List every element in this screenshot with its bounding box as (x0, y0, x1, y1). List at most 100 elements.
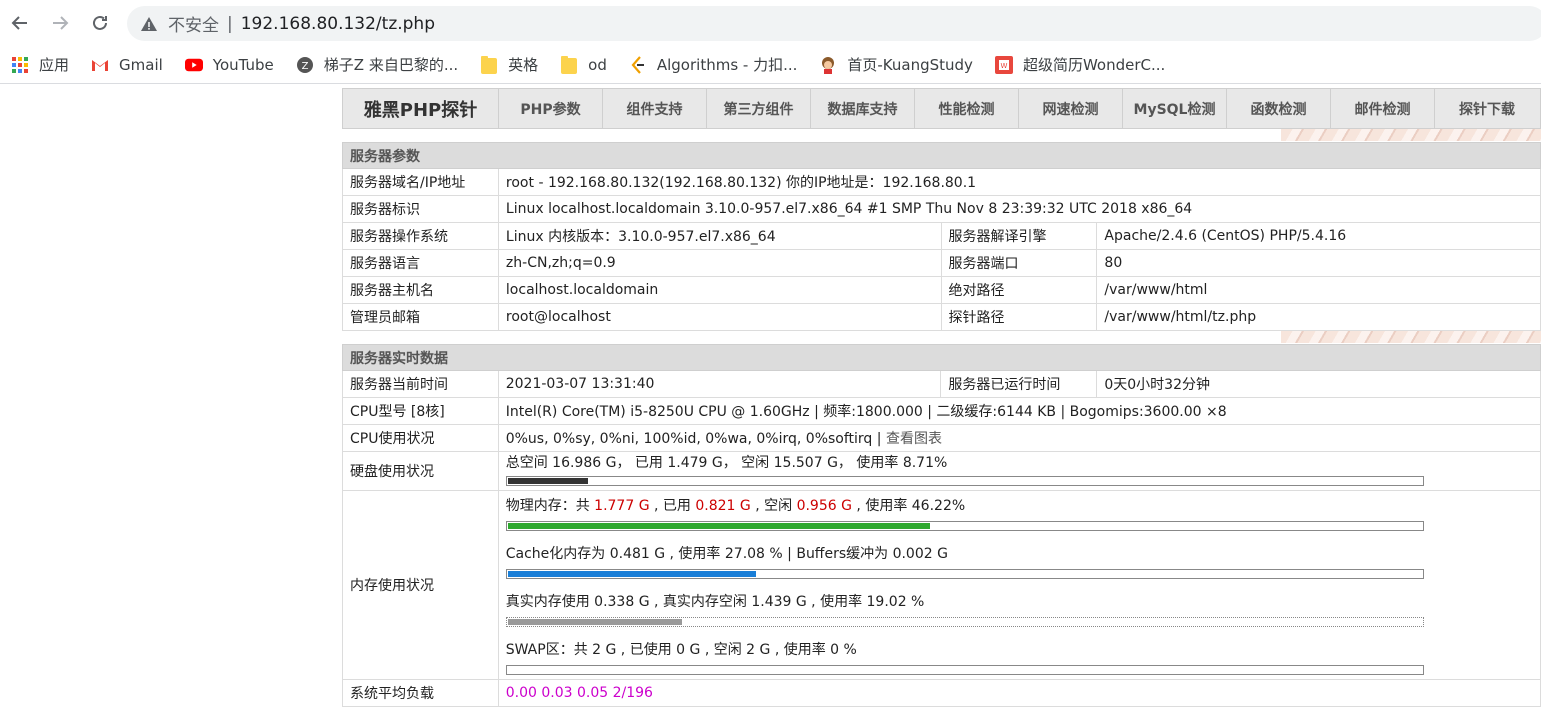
url-text[interactable]: 192.168.80.132/tz.php (241, 14, 435, 34)
menu-functions[interactable]: 函数检测 (1227, 89, 1331, 128)
bookmark-leetcode[interactable]: Algorithms - 力扣... (621, 51, 806, 79)
menu-database[interactable]: 数据库支持 (811, 89, 915, 128)
folder-icon (480, 55, 498, 74)
phys-mem-free-prefix: , 空闲 (750, 498, 797, 514)
back-button[interactable] (6, 9, 34, 37)
menu-mail[interactable]: 邮件检测 (1331, 89, 1435, 128)
phys-mem-used: 0.821 G (695, 498, 751, 514)
bookmark-wondercv[interactable]: W 超级简历WonderC... (987, 51, 1173, 79)
youtube-icon (184, 56, 203, 74)
cache-memory-bar (505, 569, 1424, 579)
row-label: 服务器域名/IP地址 (342, 168, 499, 196)
cpu-model-value: Intel(R) Core(TM) i5-8250U CPU @ 1.60GHz… (497, 397, 1541, 425)
cpu-usage-separator: | (872, 431, 886, 447)
table-row: 硬盘使用状况 总空间 16.986 G， 已用 1.479 G， 空闲 15.5… (342, 451, 1541, 491)
row-value: Linux localhost.localdomain 3.10.0-957.e… (497, 195, 1541, 223)
phys-mem-free: 0.956 G (796, 498, 852, 514)
menu-performance[interactable]: 性能检测 (915, 89, 1019, 128)
disk-usage-fill (507, 478, 588, 484)
forward-button[interactable] (46, 9, 74, 37)
bookmark-yingge[interactable]: 英格 (472, 51, 546, 79)
row-label: CPU型号 [8核] (342, 397, 499, 425)
menu-components[interactable]: 组件支持 (603, 89, 707, 128)
cache-memory-fill (507, 571, 756, 577)
real-memory-bar (505, 617, 1424, 627)
bookmark-label: Gmail (119, 55, 163, 74)
phys-mem-rate: , 使用率 46.22% (851, 498, 966, 514)
bookmark-label: 梯子Z 来自巴黎的... (323, 56, 459, 74)
section-header: 服务器实时数据 (342, 344, 1541, 371)
brand-title[interactable]: 雅黑PHP探针 (343, 89, 499, 128)
row-label: 管理员邮箱 (342, 303, 499, 331)
leetcode-icon (629, 55, 647, 74)
row-label: 服务器标识 (342, 195, 499, 223)
disk-usage-cell: 总空间 16.986 G， 已用 1.479 G， 空闲 15.507 G， 使… (497, 451, 1541, 491)
row-label: 系统平均负载 (342, 679, 499, 707)
bookmark-kuangstudy[interactable]: 首页-KuangStudy (811, 51, 981, 79)
background-decoration (1281, 129, 1541, 141)
bookmark-label: YouTube (212, 55, 274, 74)
realtime-table: 服务器实时数据 服务器当前时间 2021-03-07 13:31:40 服务器已… (342, 344, 1541, 707)
gmail-icon (91, 56, 109, 74)
disk-usage-bar (505, 476, 1424, 486)
row-value: zh-CN,zh;q=0.9 (497, 249, 942, 277)
bookmarks-bar: 应用 Gmail YouTube Z 梯子Z 来自巴黎的... 英格 od Al… (0, 46, 1541, 84)
apps-grid-icon (11, 56, 29, 74)
row-label: 服务器操作系统 (342, 222, 499, 250)
bookmark-label: 超级简历WonderC... (1022, 56, 1166, 74)
table-row: 管理员邮箱 root@localhost 探针路径 /var/www/html/… (342, 303, 1541, 331)
row-value: root - 192.168.80.132(192.168.80.132) 你的… (497, 168, 1541, 196)
menu-network-speed[interactable]: 网速检测 (1019, 89, 1123, 128)
menu-download[interactable]: 探针下载 (1435, 89, 1539, 128)
physical-memory-bar (505, 521, 1424, 531)
row-label: 内存使用状况 (342, 490, 499, 680)
phys-mem-total: 1.777 G (594, 498, 650, 514)
folder-icon (560, 55, 578, 74)
row-label: 探针路径 (940, 303, 1098, 331)
bookmark-label: 首页-KuangStudy (847, 56, 973, 74)
bookmark-youtube[interactable]: YouTube (177, 51, 282, 79)
row-value: Linux 内核版本：3.10.0-957.el7.x86_64 (497, 222, 942, 250)
cpu-usage-cell: 0%us, 0%sy, 0%ni, 100%id, 0%wa, 0%irq, 0… (497, 424, 1541, 452)
table-row: 服务器当前时间 2021-03-07 13:31:40 服务器已运行时间 0天0… (342, 370, 1541, 398)
phys-mem-prefix: 物理内存：共 (505, 498, 595, 514)
address-bar[interactable]: 不安全 | 192.168.80.132/tz.php (127, 6, 1541, 41)
reload-icon (93, 15, 107, 30)
view-chart-link[interactable]: 查看图表 (886, 431, 942, 447)
memory-usage-cell: 物理内存：共 1.777 G , 已用 0.821 G , 空闲 0.956 G… (497, 490, 1541, 680)
table-row: 系统平均负载 0.00 0.03 0.05 2/196 (342, 679, 1541, 707)
physical-memory-fill (507, 523, 930, 529)
browser-toolbar: 不安全 | 192.168.80.132/tz.php (0, 0, 1541, 46)
bookmark-gmail[interactable]: Gmail (83, 51, 171, 79)
wondercv-icon: W (994, 55, 1013, 74)
bookmark-od[interactable]: od (552, 51, 615, 79)
cpu-usage-value: 0%us, 0%sy, 0%ni, 100%id, 0%wa, 0%irq, 0… (505, 431, 873, 447)
kuangstudy-icon (819, 56, 837, 74)
probe-page: 雅黑PHP探针 PHP参数 组件支持 第三方组件 数据库支持 性能检测 网速检测… (342, 88, 1541, 707)
menu-php-params[interactable]: PHP参数 (499, 89, 603, 128)
table-row: CPU型号 [8核] Intel(R) Core(TM) i5-8250U CP… (342, 397, 1541, 425)
row-label: 绝对路径 (940, 276, 1098, 304)
table-row: 服务器域名/IP地址 root - 192.168.80.132(192.168… (342, 168, 1541, 196)
bookmark-ladder-z[interactable]: Z 梯子Z 来自巴黎的... (288, 51, 466, 79)
swap-bar (505, 665, 1424, 675)
row-label: 服务器主机名 (342, 276, 499, 304)
cache-memory-text: Cache化内存为 0.481 G , 使用率 27.08 % | Buffer… (505, 546, 948, 562)
reload-button[interactable] (86, 9, 114, 37)
warning-icon[interactable] (140, 15, 158, 33)
row-label: 服务器端口 (940, 249, 1098, 277)
disk-usage-text: 总空间 16.986 G， 已用 1.479 G， 空闲 15.507 G， 使… (505, 455, 948, 471)
url-separator: | (227, 13, 233, 34)
section-title: 服务器参数 (342, 142, 1541, 169)
menu-third-party[interactable]: 第三方组件 (707, 89, 811, 128)
physical-memory-text: 物理内存：共 1.777 G , 已用 0.821 G , 空闲 0.956 G… (506, 491, 1533, 517)
insecure-label[interactable]: 不安全 (168, 11, 219, 36)
section-header: 服务器参数 (342, 142, 1541, 169)
server-params-table: 服务器参数 服务器域名/IP地址 root - 192.168.80.132(1… (342, 142, 1541, 331)
table-row: 服务器语言 zh-CN,zh;q=0.9 服务器端口 80 (342, 249, 1541, 277)
phys-mem-used-prefix: , 已用 (649, 498, 696, 514)
bookmark-label: 英格 (508, 56, 539, 74)
bookmark-apps[interactable]: 应用 (3, 51, 77, 79)
menu-mysql[interactable]: MySQL检测 (1123, 89, 1227, 128)
row-label: 服务器当前时间 (342, 370, 499, 398)
